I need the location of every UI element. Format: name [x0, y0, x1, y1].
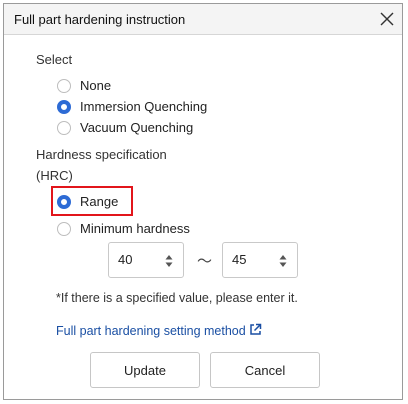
dialog-title: Full part hardening instruction: [14, 12, 186, 27]
radio-minimum-hardness[interactable]: Minimum hardness: [57, 221, 190, 236]
radio-range-label: Range: [80, 194, 119, 209]
dialog-titlebar: Full part hardening instruction: [4, 4, 402, 35]
min-hardness-spinner-icon[interactable]: [165, 254, 173, 268]
hardness-label: Hardness specification: [36, 147, 167, 162]
radio-minimum-hardness-label: Minimum hardness: [80, 221, 190, 236]
close-icon[interactable]: [378, 10, 396, 28]
setting-method-link[interactable]: Full part hardening setting method: [56, 323, 262, 339]
dialog-body: Select None Immersion Quenching Vacuum Q…: [4, 34, 402, 399]
radio-immersion-quenching-indicator[interactable]: [57, 99, 71, 114]
radio-minimum-hardness-indicator[interactable]: [57, 221, 71, 236]
update-button[interactable]: Update: [90, 352, 200, 388]
max-hardness-spinner-icon[interactable]: [279, 254, 287, 268]
min-hardness-field[interactable]: [108, 242, 184, 278]
radio-vacuum-quenching-indicator[interactable]: [57, 120, 71, 135]
radio-vacuum-quenching-label: Vacuum Quenching: [80, 120, 194, 135]
max-hardness-input[interactable]: [232, 252, 272, 267]
radio-none[interactable]: None: [57, 78, 111, 93]
hardness-unit-label: (HRC): [36, 168, 73, 183]
max-hardness-field[interactable]: [222, 242, 298, 278]
radio-vacuum-quenching[interactable]: Vacuum Quenching: [57, 120, 193, 135]
cancel-button[interactable]: Cancel: [210, 352, 320, 388]
note-text: *If there is a specified value, please e…: [56, 291, 298, 305]
radio-none-label: None: [80, 78, 112, 93]
hardening-dialog: Full part hardening instruction Select N…: [3, 3, 403, 400]
radio-none-indicator[interactable]: [57, 78, 71, 93]
range-separator: ～: [197, 253, 213, 270]
min-hardness-input[interactable]: [118, 252, 158, 267]
radio-range[interactable]: Range: [57, 194, 118, 209]
radio-immersion-quenching-label: Immersion Quenching: [80, 99, 208, 114]
setting-method-link-label[interactable]: Full part hardening setting method: [56, 324, 246, 338]
external-link-icon[interactable]: [246, 323, 262, 339]
radio-immersion-quenching[interactable]: Immersion Quenching: [57, 99, 207, 114]
radio-range-indicator[interactable]: [57, 194, 71, 209]
select-label: Select: [36, 52, 73, 67]
